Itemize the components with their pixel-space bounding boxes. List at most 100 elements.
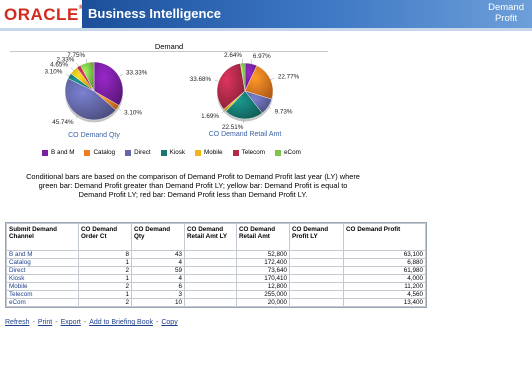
qty-cell: 43 xyxy=(131,250,185,259)
pie-chart: 33.33%3.10%45.74%3.10%4.65%2.33%7.75%CO … xyxy=(45,52,148,139)
page-title-line1: Demand xyxy=(488,2,524,13)
profit-cell: 4,000 xyxy=(343,274,426,283)
legend-item: B and M xyxy=(42,149,74,156)
pie-data-label: 6.97% xyxy=(253,53,271,60)
pie-data-label: 2.64% xyxy=(224,52,242,59)
legend-item: Kiosk xyxy=(160,149,185,156)
legend-label: Telecom xyxy=(241,149,266,156)
page-title-line2: Profit xyxy=(494,13,518,24)
retail-ly-cell xyxy=(184,298,237,307)
table-row: Kiosk 1 4 170,410 4,000 xyxy=(6,274,426,283)
retail-ly-cell xyxy=(184,282,237,291)
legend-item: Telecom xyxy=(232,149,266,156)
col-header-profit-ly[interactable]: CO Demand Profit LY xyxy=(289,223,344,251)
order-ct-cell: 1 xyxy=(78,274,132,283)
copy-link[interactable]: Copy xyxy=(161,319,177,326)
legend-item: Direct xyxy=(125,149,151,156)
col-header-order-ct[interactable]: CO Demand Order Ct xyxy=(78,223,132,251)
profit-cell: 6,880 xyxy=(343,258,426,267)
order-ct-cell: 2 xyxy=(78,282,132,291)
channel-cell[interactable]: Kiosk xyxy=(6,274,79,283)
legend-item: Mobile xyxy=(195,149,223,156)
print-link[interactable]: Print xyxy=(38,319,52,326)
retail-cell: 12,800 xyxy=(236,282,290,291)
pie-leader-line xyxy=(65,73,71,77)
qty-cell: 6 xyxy=(131,282,185,291)
profit-cell: 4,560 xyxy=(343,290,426,299)
retail-cell: 52,800 xyxy=(236,250,290,259)
table-row: Telecom 1 3 255,000 4,560 xyxy=(6,290,426,299)
qty-cell: 10 xyxy=(131,298,185,307)
legend-swatch xyxy=(84,149,91,156)
demand-table: Submit Demand Channel CO Demand Order Ct… xyxy=(6,223,426,307)
export-link[interactable]: Export xyxy=(61,319,81,326)
order-ct-cell: 8 xyxy=(78,250,132,259)
profit-cell: 11,200 xyxy=(343,282,426,291)
profit-ly-cell xyxy=(289,290,344,299)
retail-cell: 20,000 xyxy=(236,298,290,307)
channel-cell[interactable]: Catalog xyxy=(6,258,79,267)
col-header-qty[interactable]: CO Demand Qty xyxy=(131,223,185,251)
pie-data-label: 1.69% xyxy=(201,113,219,120)
table-row: eCom 2 10 20,000 13,400 xyxy=(6,298,426,307)
refresh-link[interactable]: Refresh xyxy=(5,319,30,326)
channel-cell[interactable]: Direct xyxy=(6,266,79,275)
profit-cell: 13,400 xyxy=(343,298,426,307)
retail-ly-cell xyxy=(184,290,237,299)
legend-swatch xyxy=(195,149,202,156)
pie-data-label: 7.75% xyxy=(67,52,85,59)
demand-table-frame: Submit Demand Channel CO Demand Order Ct… xyxy=(5,222,427,308)
legend-label: Direct xyxy=(134,149,151,156)
profit-ly-cell xyxy=(289,250,344,259)
retail-ly-cell xyxy=(184,274,237,283)
order-ct-cell: 1 xyxy=(78,258,132,267)
qty-cell: 3 xyxy=(131,290,185,299)
order-ct-cell: 2 xyxy=(78,266,132,275)
link-separator: - xyxy=(32,319,35,326)
order-ct-cell: 1 xyxy=(78,290,132,299)
pie-leader-line xyxy=(70,67,75,72)
col-header-retail[interactable]: CO Demand Retail Amt xyxy=(236,223,290,251)
pie-data-label: 33.33% xyxy=(126,69,148,76)
retail-cell: 172,400 xyxy=(236,258,290,267)
pie-caption: CO Demand Retail Amt xyxy=(209,131,282,138)
channel-cell[interactable]: Telecom xyxy=(6,290,79,299)
title-bar: Business Intelligence Demand Profit xyxy=(82,0,532,28)
retail-cell: 255,000 xyxy=(236,290,290,299)
qty-cell: 4 xyxy=(131,274,185,283)
legend-item: eCom xyxy=(275,149,301,156)
pie-data-label: 3.10% xyxy=(124,110,142,117)
chart-title: Demand xyxy=(154,42,184,51)
report-links: Refresh - Print - Export - Add to Briefing Boo… xyxy=(5,319,178,326)
pie-caption: CO Demand Qty xyxy=(68,132,120,139)
pie-chart: 6.97% 22.77% 9.73% 22.51%1.69% 33.68% 2.64% CO… xyxy=(190,52,300,138)
retail-cell: 73,640 xyxy=(236,266,290,275)
qty-cell: 59 xyxy=(131,266,185,275)
channel-cell[interactable]: Mobile xyxy=(6,282,79,291)
conditional-bars-note: Conditional bars are based on the compar… xyxy=(26,172,360,199)
legend-swatch xyxy=(160,149,167,156)
channel-cell[interactable]: B and M xyxy=(6,250,79,259)
add-to-briefing-book-link[interactable]: Add to Briefing Book xyxy=(89,319,153,326)
page-title: Demand Profit xyxy=(488,2,524,24)
qty-cell: 4 xyxy=(131,258,185,267)
table-row: Direct 2 59 73,640 61,980 xyxy=(6,266,426,275)
header: ORACLE® Business Intelligence Demand Pro… xyxy=(0,0,532,28)
pie-data-label: 22.77% xyxy=(278,73,300,80)
retail-ly-cell xyxy=(184,266,237,275)
legend-item: Catalog xyxy=(84,149,115,156)
col-header-profit[interactable]: CO Demand Profit xyxy=(343,223,426,251)
legend-swatch xyxy=(42,149,48,156)
table-row: B and M 8 43 52,800 63,100 xyxy=(6,250,426,259)
legend-swatch xyxy=(125,149,132,156)
channel-cell[interactable]: eCom xyxy=(6,298,79,307)
col-header-retail-ly[interactable]: CO Demand Retail Amt LY xyxy=(184,223,237,251)
profit-ly-cell xyxy=(289,274,344,283)
pie-data-label: 9.73% xyxy=(275,108,293,115)
pie-data-label: 33.68% xyxy=(190,76,212,83)
profit-cell: 63,100 xyxy=(343,250,426,259)
link-separator: - xyxy=(55,319,58,326)
order-ct-cell: 2 xyxy=(78,298,132,307)
col-header-channel[interactable]: Submit Demand Channel xyxy=(6,223,79,251)
retail-ly-cell xyxy=(184,250,237,259)
